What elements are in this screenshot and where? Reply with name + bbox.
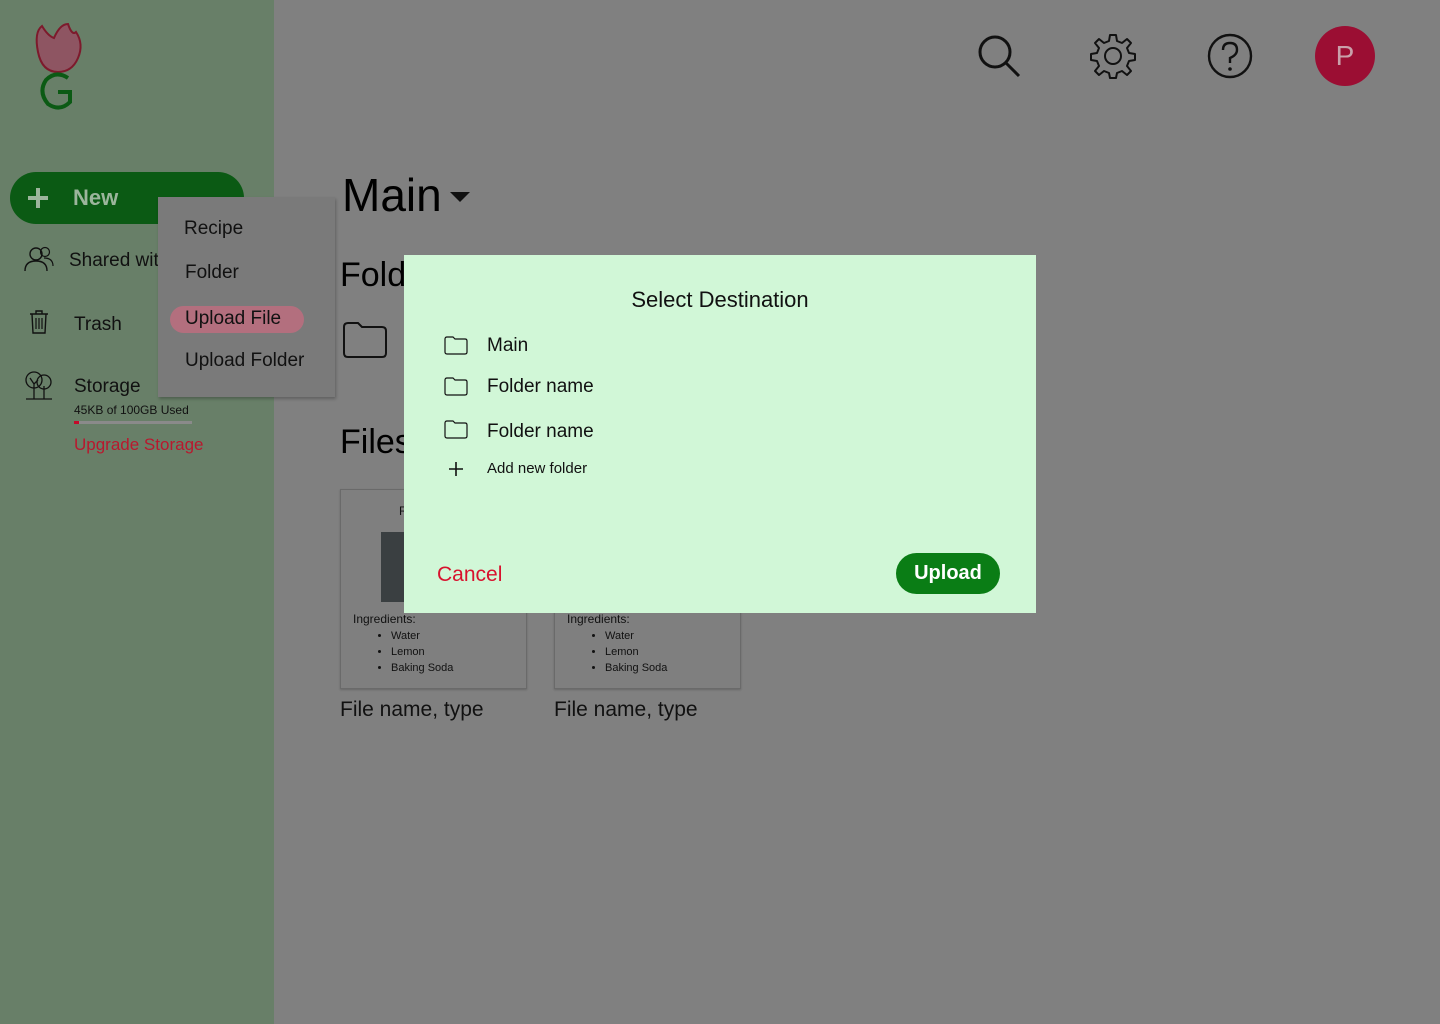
- sidebar-item-label: Storage: [74, 376, 141, 397]
- destination-label: Folder name: [487, 421, 594, 442]
- ingredients-label: Ingredients:: [353, 612, 416, 626]
- storage-usage-text: 45KB of 100GB Used: [74, 403, 189, 417]
- destination-label: Main: [487, 335, 529, 356]
- folder-icon: [444, 377, 468, 396]
- menu-item-folder[interactable]: Folder: [185, 262, 239, 284]
- gear-icon[interactable]: [1090, 33, 1136, 79]
- upgrade-storage-link[interactable]: Upgrade Storage: [74, 435, 203, 455]
- file-caption: File name, type: [340, 698, 484, 721]
- ingredients-label: Ingredients:: [567, 612, 630, 626]
- search-icon[interactable]: [976, 33, 1022, 79]
- chevron-down-icon[interactable]: [450, 192, 470, 202]
- sidebar-item-label: Trash: [74, 314, 122, 335]
- page-title: Main: [342, 169, 442, 221]
- cancel-button[interactable]: Cancel: [437, 563, 502, 587]
- storage-progress-fill: [74, 421, 80, 424]
- trash-icon: [30, 310, 48, 334]
- plus-icon: [28, 188, 48, 208]
- files-heading: Files: [340, 423, 412, 461]
- user-avatar[interactable]: P: [1315, 26, 1375, 86]
- folder-icon[interactable]: [341, 319, 389, 359]
- ingredient-item: Baking Soda: [605, 662, 667, 675]
- folder-icon: [444, 336, 468, 355]
- destination-item[interactable]: Main: [444, 335, 528, 356]
- tree-icon: [25, 371, 52, 400]
- ingredient-list: Water Lemon Baking Soda: [391, 630, 453, 678]
- destination-item[interactable]: Folder name: [444, 419, 594, 442]
- destination-item[interactable]: Folder name: [444, 376, 594, 397]
- ingredient-item: Water: [605, 630, 667, 643]
- sidebar: New Shared with me Trash Storage 45KB of…: [0, 0, 274, 1024]
- ingredient-item: Lemon: [391, 646, 453, 659]
- people-icon: [24, 246, 54, 272]
- upload-button[interactable]: Upload: [896, 553, 1000, 594]
- menu-item-upload-folder[interactable]: Upload Folder: [185, 350, 304, 372]
- plus-icon: [449, 462, 463, 476]
- help-icon[interactable]: [1207, 33, 1253, 79]
- destination-label: Folder name: [487, 376, 594, 397]
- ingredient-list: Water Lemon Baking Soda: [605, 630, 667, 678]
- ingredient-item: Lemon: [605, 646, 667, 659]
- menu-item-upload-file[interactable]: Upload File: [185, 308, 281, 330]
- app-logo[interactable]: [28, 22, 90, 114]
- dialog-title: Select Destination: [631, 287, 809, 312]
- select-destination-dialog: Select Destination Main Folder name Fold…: [404, 255, 1036, 613]
- new-button-label: New: [73, 185, 119, 210]
- folder-icon: [444, 420, 468, 439]
- file-caption: File name, type: [554, 698, 698, 721]
- storage-progress-bar: [74, 421, 192, 424]
- add-folder-label: Add new folder: [487, 460, 588, 477]
- ingredient-item: Baking Soda: [391, 662, 453, 675]
- new-dropdown-menu: Recipe Folder Upload File Upload Folder: [158, 197, 335, 397]
- menu-item-recipe[interactable]: Recipe: [184, 218, 243, 240]
- ingredient-item: Water: [391, 630, 453, 643]
